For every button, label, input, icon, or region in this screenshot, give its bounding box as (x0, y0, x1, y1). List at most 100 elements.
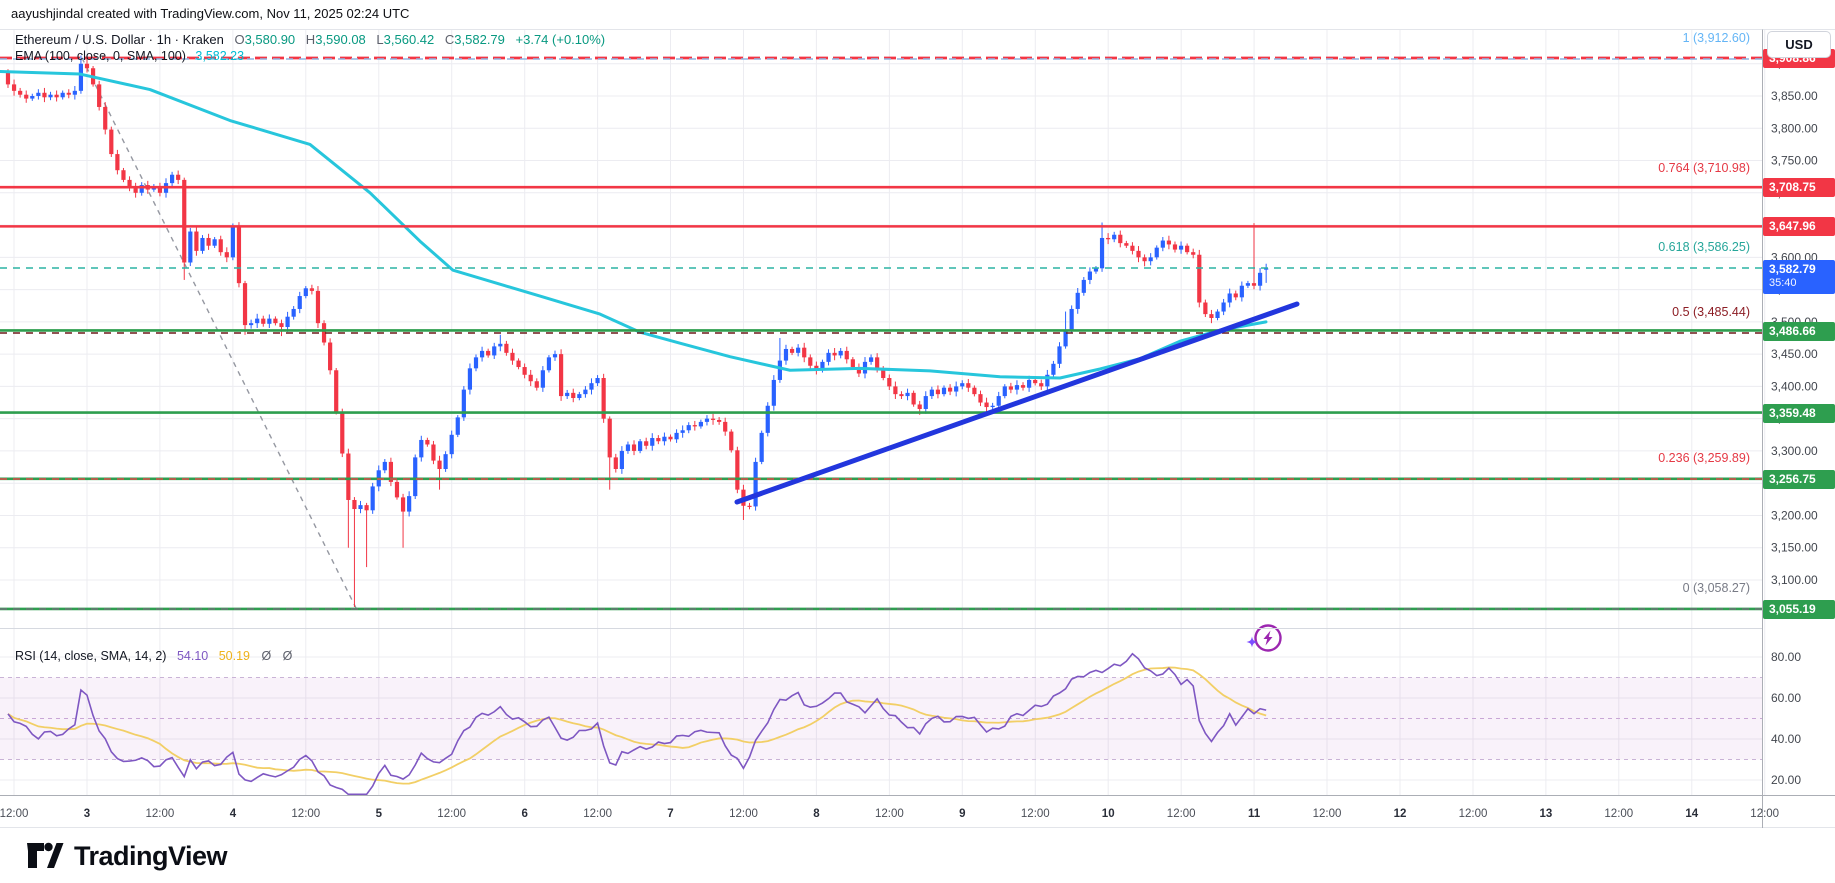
candle (267, 319, 271, 324)
price-level-label: 3,359.48 (1763, 404, 1835, 423)
candle (1003, 386, 1007, 396)
fib-label-0[interactable]: 0 (3,058.27) (1683, 581, 1750, 595)
candle (966, 383, 970, 388)
tradingview-logo-mark (26, 842, 64, 872)
fib-label-0.618[interactable]: 0.618 (3,586.25) (1658, 240, 1750, 254)
candle (583, 390, 587, 395)
level-lines (0, 58, 1762, 609)
fib-label-0.764[interactable]: 0.764 (3,710.98) (1658, 161, 1750, 175)
ema-legend[interactable]: EMA (100, close, 0, SMA, 100) 3,582.23 (15, 49, 244, 63)
candle (18, 91, 22, 95)
price-level-label: 3,256.75 (1763, 470, 1835, 489)
candle (1118, 235, 1122, 243)
candle (1094, 268, 1098, 271)
time-tick-label: 12:00 (583, 808, 612, 820)
last-price-value: 3,582.79 (1769, 262, 1835, 277)
symbol-title: Ethereum / U.S. Dollar · 1h · Kraken (15, 32, 224, 47)
chart-canvas[interactable]: 3,900.003,850.003,800.003,750.003,700.00… (0, 0, 1835, 883)
time-axis[interactable]: 12:00312:00412:00512:00612:00712:00812:0… (0, 808, 1779, 820)
candle (1027, 380, 1031, 388)
high-value: 3,590.08 (315, 32, 366, 47)
candle (358, 505, 362, 509)
candle (802, 348, 806, 358)
candle (1021, 385, 1025, 388)
candle (1082, 280, 1086, 293)
candle (547, 357, 551, 370)
candle (711, 419, 715, 420)
candle (869, 357, 873, 362)
candle (638, 441, 642, 451)
fib-label-1[interactable]: 1 (3,912.60) (1683, 31, 1750, 45)
fib-label-0.236[interactable]: 0.236 (3,259.89) (1658, 451, 1750, 465)
candle (444, 454, 448, 469)
candle (498, 344, 502, 347)
candle (650, 438, 654, 446)
candle (978, 394, 982, 402)
candle (614, 457, 618, 469)
candle (1252, 283, 1256, 286)
candle (1173, 244, 1177, 249)
candle (954, 386, 958, 391)
candle (273, 319, 277, 324)
candle (298, 296, 302, 309)
candle (85, 64, 89, 69)
time-tick-label: 9 (959, 808, 965, 820)
candle (395, 482, 399, 497)
candle (1203, 303, 1207, 315)
candle (553, 354, 557, 357)
candle (304, 288, 308, 296)
time-tick-label: 12:00 (146, 808, 175, 820)
close-label: C (445, 32, 454, 47)
candle (1130, 246, 1134, 251)
candle (1136, 251, 1140, 257)
rsi-legend[interactable]: RSI (14, close, SMA, 14, 2) 54.10 50.19 … (15, 649, 296, 663)
time-tick-label: 3 (84, 808, 90, 820)
open-value: 3,580.90 (245, 32, 296, 47)
candle (668, 437, 672, 440)
candle (529, 375, 533, 381)
candle (219, 239, 223, 252)
candle (681, 430, 685, 433)
candle (693, 425, 697, 426)
time-tick-label: 12:00 (875, 808, 904, 820)
candle (30, 96, 34, 99)
ema-indicator-label: EMA (100, close, 0, SMA, 100) (15, 49, 186, 63)
candle (577, 394, 581, 398)
candle (523, 367, 527, 375)
price-tick-label: 3,850.00 (1771, 89, 1818, 103)
rsi-tick-label: 20.00 (1771, 773, 1801, 787)
candle (36, 93, 40, 96)
tradingview-logo[interactable]: TradingView (26, 841, 227, 872)
candle (1209, 314, 1213, 318)
candle (747, 506, 751, 507)
candle (1197, 255, 1201, 303)
candle (231, 226, 235, 257)
candle (699, 422, 703, 427)
candle (1033, 380, 1037, 383)
symbol-legend[interactable]: Ethereum / U.S. Dollar · 1h · Kraken O3,… (15, 32, 605, 47)
candle (1161, 241, 1165, 248)
time-tick-label: 6 (521, 808, 527, 820)
time-tick-label: 7 (667, 808, 673, 820)
low-value: 3,560.42 (384, 32, 435, 47)
candle (340, 412, 344, 453)
candle (401, 497, 405, 511)
currency-toggle-button[interactable]: USD (1767, 31, 1831, 58)
tradingview-logo-text: TradingView (74, 841, 227, 872)
fib-label-0.5[interactable]: 0.5 (3,485.44) (1672, 305, 1750, 319)
candle (115, 154, 119, 170)
candle (279, 323, 283, 327)
candle (796, 348, 800, 353)
candle (717, 420, 721, 422)
candle (644, 441, 648, 446)
candle (960, 383, 964, 386)
candle (237, 226, 241, 283)
candle (851, 359, 855, 367)
candle (480, 351, 484, 357)
candle (936, 390, 940, 395)
candle (431, 444, 435, 460)
rsi-zero-flags: Ø Ø (261, 649, 296, 663)
flash-watermark-icon[interactable] (1247, 626, 1281, 651)
candle (516, 361, 520, 367)
candle (1070, 309, 1074, 330)
